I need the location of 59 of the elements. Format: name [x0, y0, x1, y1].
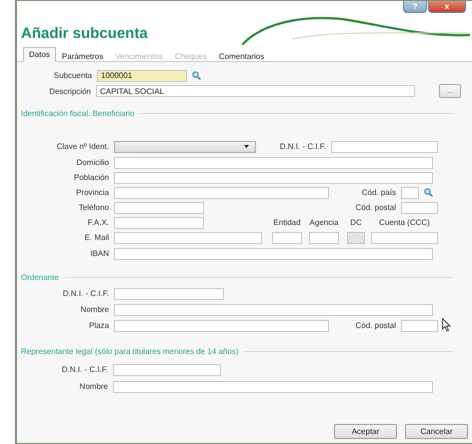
field-label: Agencia	[309, 218, 339, 227]
field-label: DC	[349, 218, 363, 227]
dropdown[interactable]	[114, 140, 256, 152]
input-field[interactable]	[114, 172, 433, 184]
input-field[interactable]	[114, 232, 262, 244]
input-field[interactable]	[114, 248, 433, 260]
field-label: D.N.I. - C.I.F.	[62, 289, 110, 298]
field-label: Plaza	[88, 321, 110, 330]
field-label: D.N.I. - C.I.F.	[279, 142, 327, 151]
close-button[interactable]: x	[428, 1, 466, 13]
input-field[interactable]	[371, 232, 438, 244]
field-label: Subcuenta	[52, 71, 93, 80]
input-field[interactable]	[309, 232, 339, 244]
input-field[interactable]	[114, 216, 204, 228]
input-field[interactable]	[114, 320, 329, 332]
section-title: Identificación fiscal. Beneficiario	[21, 108, 134, 118]
search-icon[interactable]	[424, 188, 433, 197]
input-field[interactable]	[114, 186, 329, 198]
input-field[interactable]	[272, 232, 302, 244]
input-field[interactable]	[113, 380, 433, 392]
input-field[interactable]	[114, 304, 433, 316]
input-field[interactable]	[114, 202, 204, 214]
tab[interactable]: Comentarios	[212, 49, 270, 62]
field-label: Clave nº Ident.	[56, 142, 110, 151]
input-field[interactable]: CAPITAL SOCIAL	[96, 85, 415, 97]
input-field[interactable]	[401, 320, 438, 332]
field-label: Nombre	[80, 305, 110, 314]
pointer-icon	[442, 318, 451, 332]
field-label: Provincia	[75, 188, 110, 197]
field-label: Teléfono	[78, 203, 110, 212]
input-field[interactable]	[114, 156, 433, 168]
input-field[interactable]	[331, 140, 438, 152]
field-label: Cuenta (CCC)	[378, 218, 431, 227]
field-label: IBAN	[89, 249, 110, 258]
input-field[interactable]	[113, 364, 221, 376]
tab[interactable]: Datos	[23, 47, 56, 62]
field-label: D.N.I. - C.I.F.	[60, 365, 109, 374]
field-label: Cód. país	[360, 188, 397, 197]
input-field[interactable]	[401, 186, 419, 198]
field-label: Entidad	[272, 218, 302, 227]
field-label: Descripción	[48, 86, 92, 96]
tab[interactable]: Parámetros	[56, 49, 110, 62]
field-label: Cód. postal	[354, 203, 397, 212]
input-field[interactable]	[114, 288, 224, 300]
field-label: E. Mail	[84, 233, 110, 242]
section-title: Ordenante	[21, 272, 59, 282]
window-title: Añadir subcuenta	[21, 25, 148, 42]
field-label: F.A.X.	[86, 218, 110, 227]
cancel-button[interactable]: Cancelar	[405, 424, 468, 439]
input-field[interactable]: 1000001	[97, 70, 187, 82]
section-title: Representante legal (sólo para titulares menores de 14 años)	[21, 346, 238, 356]
field-label: Cód. postal	[354, 321, 397, 330]
field-label: Nombre	[78, 382, 109, 391]
field-label: Domicilio	[76, 158, 110, 167]
input-field[interactable]	[401, 202, 438, 214]
accept-button[interactable]: Aceptar	[334, 424, 397, 439]
field-label: Población	[72, 173, 110, 182]
caret-icon	[244, 145, 249, 148]
search-icon[interactable]	[192, 71, 201, 80]
